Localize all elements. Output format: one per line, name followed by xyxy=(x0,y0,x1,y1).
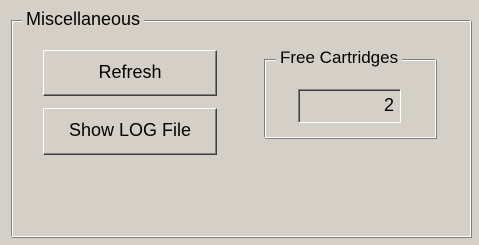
free-cartridges-group-title: Free Cartridges xyxy=(276,48,403,68)
miscellaneous-group-title: Miscellaneous xyxy=(22,9,145,29)
free-cartridges-count-field: 2 xyxy=(298,89,401,123)
show-log-file-button[interactable]: Show LOG File xyxy=(43,108,217,155)
refresh-button[interactable]: Refresh xyxy=(43,50,217,96)
